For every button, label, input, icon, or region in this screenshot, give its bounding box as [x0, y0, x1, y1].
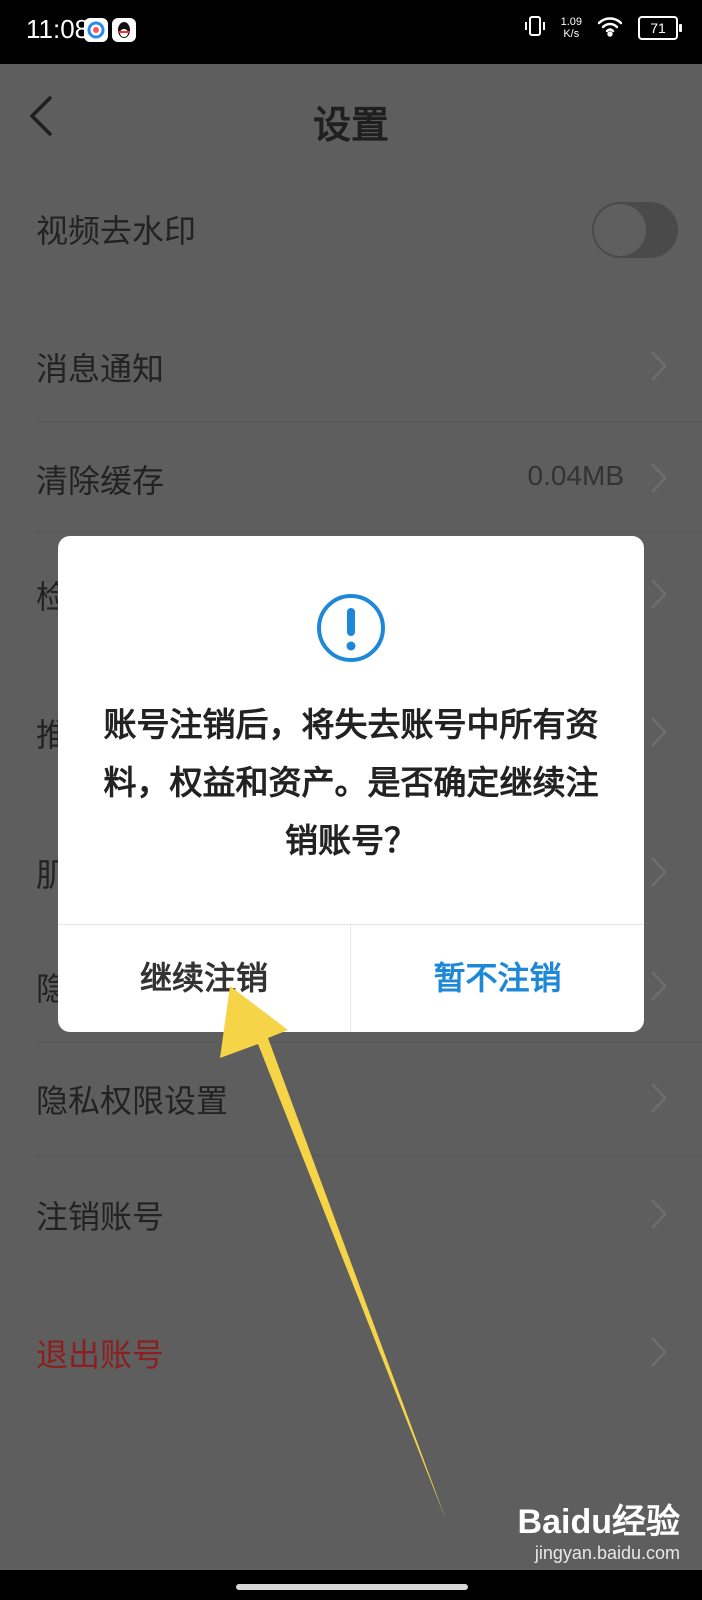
- page-title: 设置: [312, 103, 389, 147]
- qq-icon: [112, 18, 136, 42]
- row-label-notifications: 消息通知: [36, 350, 165, 388]
- divider: [36, 531, 702, 532]
- toggle-knob: [594, 204, 646, 256]
- network-speed: 1.09 K/s: [561, 16, 582, 40]
- speed-value: 1.09: [560, 16, 582, 28]
- row-label-logout: 退出账号: [36, 1336, 165, 1374]
- dialog-message: 账号注销后，将失去账号中所有资料，权益和资产。是否确定继续注销账号？: [103, 705, 599, 860]
- chevron-right-icon: [650, 1082, 668, 1118]
- chevron-right-icon: [650, 350, 668, 386]
- confirm-delete-dialog: 账号注销后，将失去账号中所有资料，权益和资产。是否确定继续注销账号？ 继续注销 …: [58, 536, 644, 1032]
- home-indicator: [0, 1570, 702, 1600]
- watermark-logo: Baidu经验: [517, 1503, 680, 1541]
- cancel-delete-button[interactable]: 暂不注销: [351, 925, 644, 1032]
- divider: [36, 421, 702, 422]
- chevron-right-icon: [650, 462, 668, 498]
- status-bar: 11:08 1.09 K/s 71: [0, 0, 702, 64]
- confirm-delete-button[interactable]: 继续注销: [58, 925, 350, 1032]
- battery-indicator: 71: [638, 16, 682, 40]
- wifi-icon: [596, 15, 624, 41]
- row-label-clear-cache: 清除缓存: [36, 462, 165, 500]
- vibrate-icon: [523, 14, 547, 42]
- exclamation-circle-icon: [315, 592, 387, 668]
- watermark-toggle[interactable]: [592, 202, 678, 258]
- row-label-privacy-permissions: 隐私权限设置: [36, 1082, 229, 1120]
- chevron-right-icon: [650, 578, 668, 614]
- chevron-right-icon: [650, 1198, 668, 1234]
- divider: [36, 1155, 702, 1156]
- home-bar[interactable]: [236, 1584, 468, 1590]
- divider: [36, 1042, 702, 1043]
- speed-unit: K/s: [563, 28, 580, 40]
- baidu-watermark: Baidu经验 jingyan.baidu.com: [518, 1494, 680, 1564]
- chevron-right-icon: [650, 970, 668, 1006]
- chevron-right-icon: [650, 716, 668, 752]
- app-store-icon: [84, 18, 108, 42]
- cache-size-value: 0.04MB: [527, 460, 625, 491]
- header: 设置: [0, 64, 702, 174]
- row-label-watermark: 视频去水印: [36, 212, 197, 250]
- chevron-right-icon: [650, 856, 668, 892]
- row-label-delete-account: 注销账号: [36, 1198, 165, 1236]
- watermark-url: jingyan.baidu.com: [534, 1543, 680, 1563]
- status-time: 11:08: [26, 14, 90, 44]
- chevron-right-icon: [650, 1336, 668, 1372]
